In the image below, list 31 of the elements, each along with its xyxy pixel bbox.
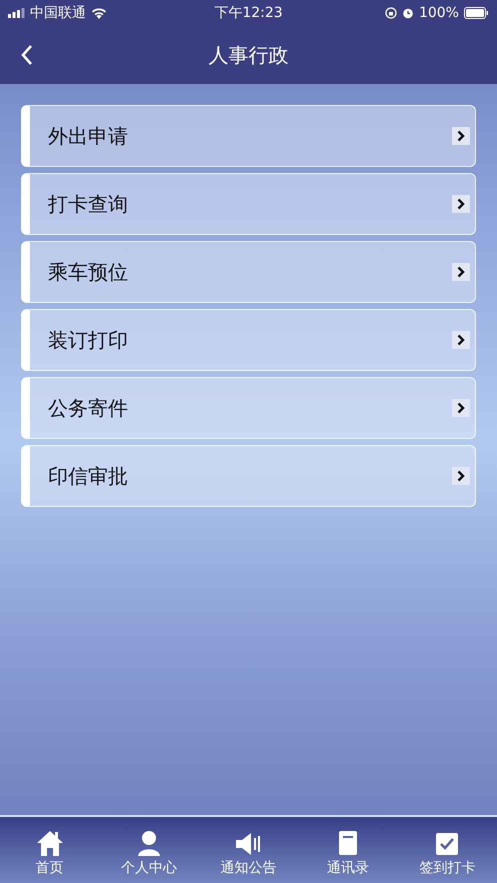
chevron-icon bbox=[452, 331, 470, 349]
calendar-check-icon bbox=[435, 830, 460, 856]
tab-item[interactable]: 签到打卡 bbox=[398, 817, 497, 883]
tab-item[interactable]: 个人中心 bbox=[99, 817, 199, 883]
chevron-icon bbox=[452, 263, 470, 281]
tab-item[interactable]: 首页 bbox=[0, 817, 100, 883]
tab-item[interactable]: 通知公告 bbox=[198, 817, 298, 883]
book-icon bbox=[336, 830, 359, 856]
signal-icon bbox=[8, 8, 25, 18]
status-time: 下午12:23 bbox=[214, 4, 283, 22]
menu-item[interactable]: 公务寄件 bbox=[21, 377, 476, 439]
menu-item[interactable]: 印信审批 bbox=[21, 445, 476, 507]
home-icon bbox=[36, 830, 64, 856]
tab-item[interactable]: 通讯录 bbox=[298, 817, 398, 883]
carrier-name: 中国联通 bbox=[30, 4, 86, 22]
menu-item[interactable]: 装订打印 bbox=[21, 309, 476, 371]
wifi-icon bbox=[91, 7, 107, 19]
menu-item[interactable]: 外出申请 bbox=[21, 105, 476, 167]
battery-percent: 100% bbox=[418, 5, 459, 21]
chevron-icon bbox=[452, 399, 470, 417]
chevron-icon bbox=[452, 467, 470, 485]
battery-icon bbox=[464, 7, 489, 19]
person-icon bbox=[137, 830, 162, 856]
alarm-icon bbox=[402, 7, 414, 19]
chevron-icon bbox=[452, 195, 470, 213]
menu-item[interactable]: 乘车预位 bbox=[21, 241, 476, 303]
speaker-icon bbox=[234, 832, 263, 856]
menu-item[interactable]: 打卡查询 bbox=[21, 173, 476, 235]
rotation-lock-icon bbox=[384, 7, 397, 19]
page-title: 人事行政 bbox=[208, 42, 288, 68]
chevron-icon bbox=[452, 127, 470, 145]
